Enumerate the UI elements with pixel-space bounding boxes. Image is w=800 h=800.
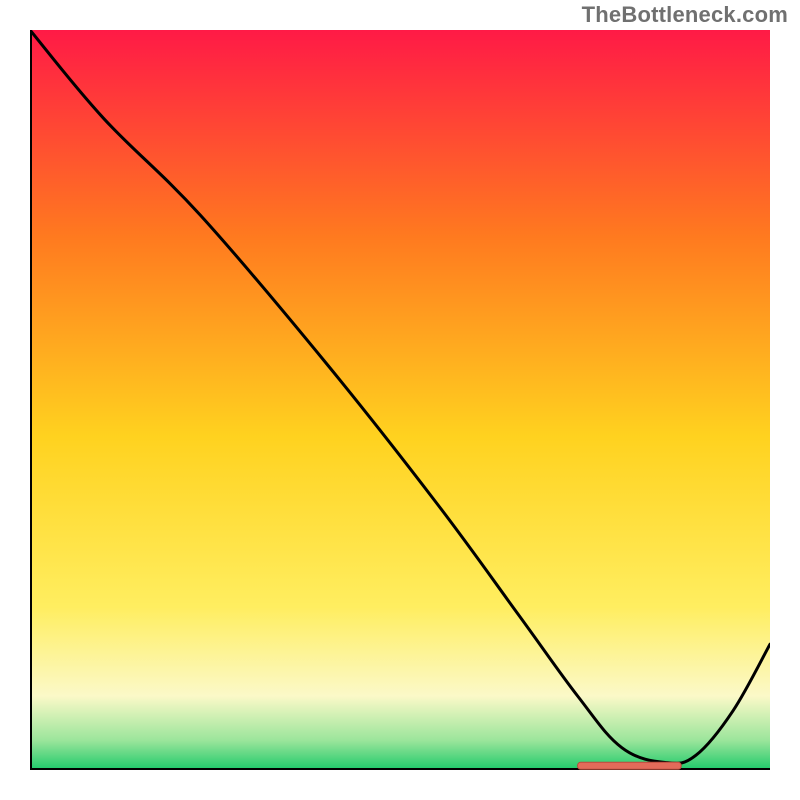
- plot-frame: [30, 30, 770, 770]
- chart-stage: TheBottleneck.com: [0, 0, 800, 800]
- plot-svg: [30, 30, 770, 770]
- gradient-background: [30, 30, 770, 770]
- optimal-range-marker: [578, 762, 682, 769]
- watermark-text: TheBottleneck.com: [582, 2, 788, 28]
